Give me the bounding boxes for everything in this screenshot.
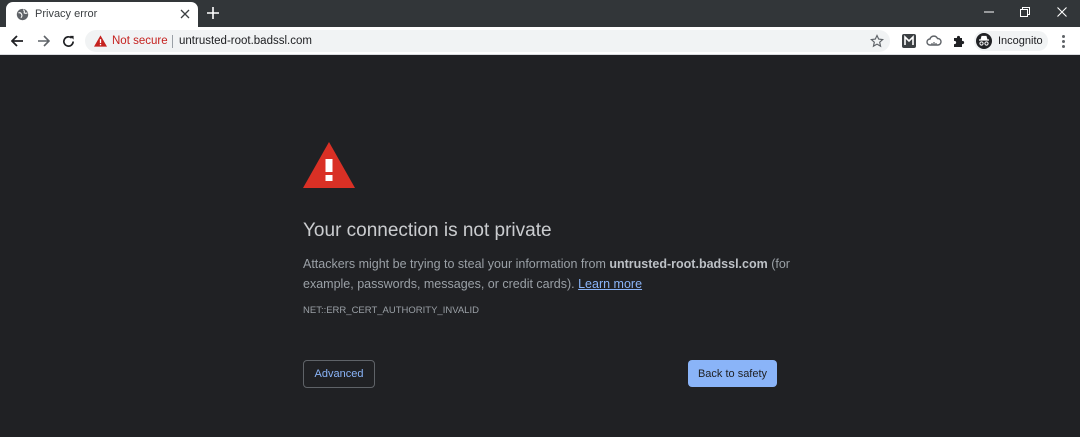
reload-icon[interactable] [59,32,77,50]
forward-arrow-icon[interactable] [34,32,52,50]
incognito-icon [976,33,992,49]
advanced-button[interactable]: Advanced [303,360,375,388]
close-window-icon[interactable] [1045,0,1079,24]
description-host: untrusted-root.badssl.com [609,257,768,271]
back-to-safety-button[interactable]: Back to safety [688,360,777,387]
warning-icon [94,35,107,47]
description-prefix: Attackers might be trying to steal your … [303,257,610,271]
new-tab-icon[interactable] [205,5,221,21]
learn-more-link[interactable]: Learn more [578,277,642,291]
bookmark-star-icon[interactable] [870,34,884,48]
interstitial-page: Your connection is not private Attackers… [0,56,1080,437]
extension-m-icon[interactable] [901,33,917,49]
back-arrow-icon[interactable] [8,32,26,50]
globe-icon [16,8,29,21]
error-code: NET::ERR_CERT_AUTHORITY_INVALID [303,305,479,316]
alert-triangle-icon [303,142,355,188]
minimize-icon[interactable] [972,0,1006,24]
extension-cloud-icon[interactable] [926,33,942,49]
address-bar[interactable]: Not secure untrusted-root.badssl.com [85,30,890,52]
more-menu-icon[interactable] [1056,33,1070,49]
tab-close-icon[interactable] [178,7,192,21]
warning-description: Attackers might be trying to steal your … [303,254,803,294]
omnibox-divider [172,35,173,48]
browser-toolbar: Not secure untrusted-root.badssl.com Inc… [0,27,1080,55]
tab-strip: Privacy error [0,0,1080,27]
url-text[interactable]: untrusted-root.badssl.com [179,35,312,48]
restore-icon[interactable] [1008,0,1042,24]
tab-title: Privacy error [35,8,98,20]
not-secure-label[interactable]: Not secure [112,35,168,48]
incognito-label: Incognito [998,35,1043,47]
page-title: Your connection is not private [303,220,552,241]
extensions-puzzle-icon[interactable] [951,33,967,49]
tab-privacy-error[interactable]: Privacy error [6,2,198,27]
incognito-badge[interactable]: Incognito [974,31,1048,51]
